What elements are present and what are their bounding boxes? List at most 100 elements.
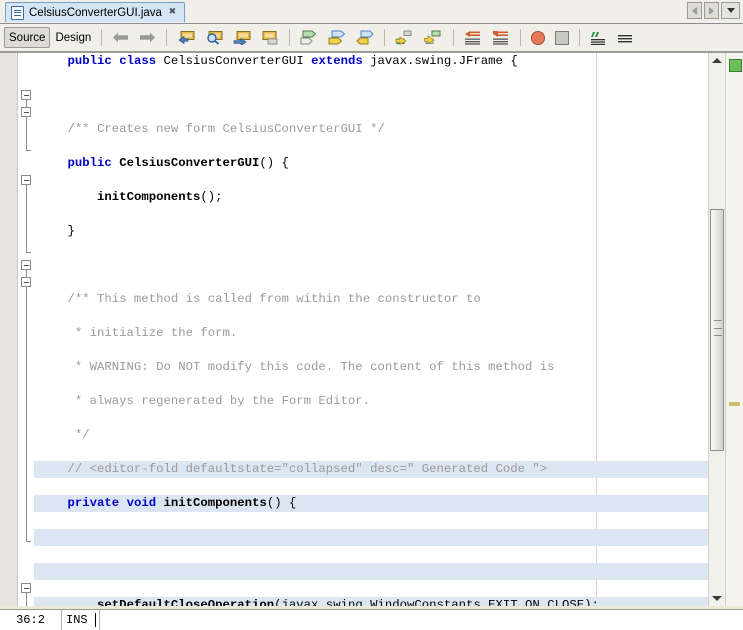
code-token: * initialize the form. [38,326,238,340]
code-line[interactable]: * WARNING: Do NOT modify this code. The … [34,359,709,376]
fold-toggle-icon[interactable] [21,260,31,270]
code-token: initComponents [163,496,267,510]
code-line[interactable] [34,87,709,104]
tab-navigation-controls [687,2,740,19]
code-line[interactable]: // <editor-fold defaultstate="collapsed"… [34,461,709,478]
code-line[interactable]: */ [34,427,709,444]
tab-scroll-left-button[interactable] [687,2,702,19]
toggle-bookmark-button[interactable] [351,27,379,48]
code-token: () { [266,496,297,510]
tab-scroll-right-button[interactable] [704,2,719,19]
scroll-down-button[interactable] [709,591,725,606]
tab-design[interactable]: Design [50,27,96,48]
code-line[interactable]: initComponents(); [34,189,709,206]
last-edit-button[interactable] [172,27,200,48]
scrollbar-grip [714,327,722,329]
code-line[interactable]: private void initComponents() { [34,495,709,512]
tab-source-label: Source [9,31,46,44]
toolbar-separator [384,29,386,46]
back-button[interactable] [107,27,134,48]
editor-glyph-gutter[interactable] [0,53,18,606]
arrow-right-icon [140,32,156,43]
editor-vertical-scrollbar[interactable] [708,53,726,606]
next-error-button[interactable] [419,27,448,48]
code-token: /** Creates new form CelsiusConverterGUI… [38,122,385,136]
parse-ok-marker[interactable] [729,58,742,72]
uncomment-icon [618,34,633,42]
code-token: () { [259,156,289,170]
arrow-right-icon [709,6,714,15]
fold-range-line [25,287,27,541]
toolbar-separator [579,29,581,46]
close-icon[interactable]: ✖ [167,7,178,18]
fold-toggle-icon[interactable] [21,175,31,185]
code-line[interactable] [34,563,709,580]
scroll-up-button[interactable] [709,53,725,68]
fold-range-end [25,150,31,151]
code-line[interactable]: public CelsiusConverterGUI() { [34,155,709,172]
stop-macro-recording-button[interactable] [550,27,574,48]
fold-toggle-icon[interactable] [21,107,31,117]
caret-position-indicator: 36:2 [0,610,62,630]
comment-button[interactable] [585,27,612,48]
tab-design-label: Design [55,31,92,44]
code-token: * always regenerated by the Form Editor. [38,394,371,408]
forward-button[interactable] [134,27,161,48]
uncomment-button[interactable] [612,27,639,48]
fold-toggle-icon[interactable] [21,90,31,100]
next-bookmark-button[interactable] [323,27,351,48]
shift-left-button[interactable] [459,27,487,48]
editor-tab-celsiusconvertergui[interactable]: CelsiusConverterGUI.java ✖ [5,2,185,22]
tab-source[interactable]: Source [4,27,51,48]
find-selection-button[interactable] [200,27,228,48]
source-editor[interactable]: public class CelsiusConverterGUI extends… [0,52,743,606]
code-line[interactable]: setDefaultCloseOperation(javax.swing.Win… [34,597,709,606]
text-caret [95,613,96,627]
tab-list-dropdown-button[interactable] [721,2,740,19]
find-next-icon [233,31,251,45]
scrollbar-thumb[interactable] [710,209,724,451]
editor-code-text[interactable]: public class CelsiusConverterGUI extends… [34,53,709,606]
code-token: CelsiusConverterGUI [156,54,312,68]
code-token: * WARNING: Do NOT modify this code. The … [38,360,555,374]
previous-bookmark-button[interactable] [295,27,323,48]
editor-toolbar: Source Design [0,24,743,52]
netbeans-editor-window: CelsiusConverterGUI.java ✖ Source Design [0,0,743,630]
editor-status-bar: 36:2 INS [0,609,743,630]
previous-error-button[interactable] [390,27,419,48]
fold-toggle-icon[interactable] [21,277,31,287]
code-line[interactable]: public class CelsiusConverterGUI extends… [34,53,709,70]
insert-mode-indicator[interactable]: INS [62,610,100,630]
editor-annotation-stripe[interactable] [725,53,743,606]
code-line[interactable]: * initialize the form. [34,325,709,342]
code-line[interactable]: * always regenerated by the Form Editor. [34,393,709,410]
code-line[interactable]: /** Creates new form CelsiusConverterGUI… [34,121,709,138]
code-line[interactable]: /** This method is called from within th… [34,291,709,308]
code-token: } [38,224,75,238]
code-token: javax.swing.JFrame { [362,54,518,68]
stop-macro-icon [555,30,570,45]
code-line[interactable] [34,257,709,274]
code-line[interactable] [34,529,709,546]
fold-toggle-icon[interactable] [21,583,31,593]
shift-right-button[interactable] [487,27,515,48]
toggle-highlight-button[interactable] [256,27,284,48]
caret-position-marker[interactable] [729,402,740,407]
code-token: public [67,156,112,170]
find-next-button[interactable] [228,27,256,48]
code-token: public [67,54,112,68]
java-file-icon [11,5,24,20]
shift-left-icon [465,31,481,45]
toolbar-separator [289,29,291,46]
chevron-down-icon [726,8,735,13]
arrow-left-icon [692,6,697,15]
code-line[interactable]: } [34,223,709,240]
editor-code-folding-gutter[interactable] [18,53,34,606]
fold-range-end [25,541,31,542]
start-macro-recording-button[interactable] [526,27,550,48]
